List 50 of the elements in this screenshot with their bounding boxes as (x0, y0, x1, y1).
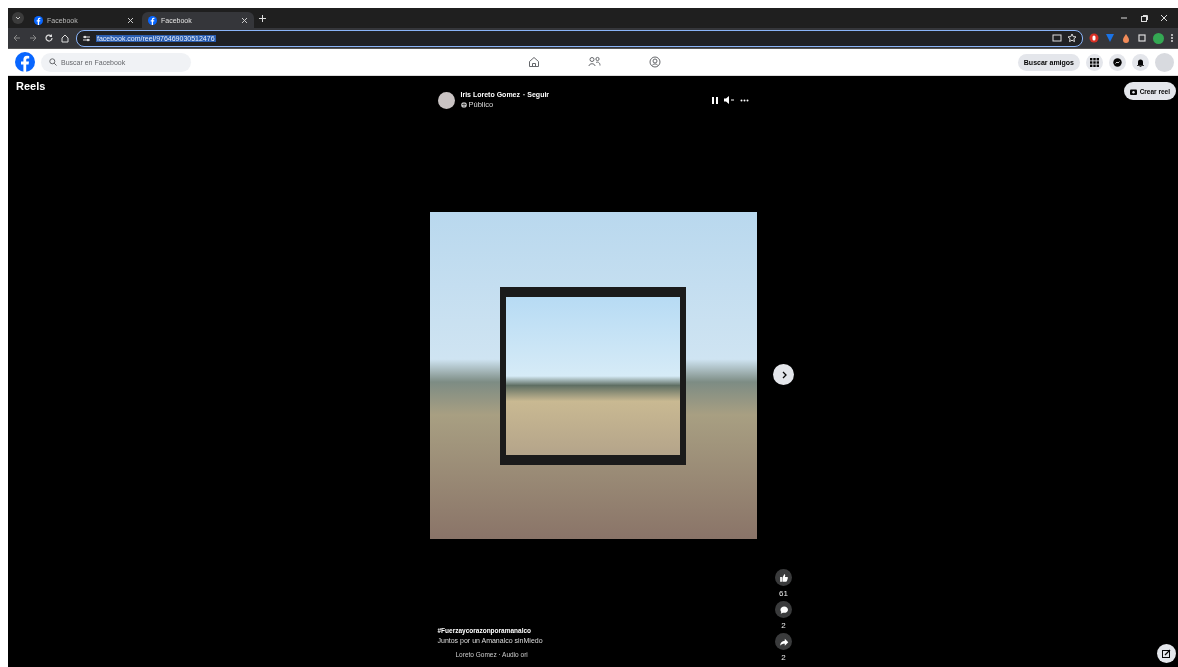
restore-icon[interactable] (1140, 14, 1148, 22)
people-icon[interactable] (588, 56, 601, 68)
count-label: 61 (779, 589, 788, 598)
reload-icon[interactable] (44, 33, 54, 43)
site-settings-icon[interactable] (82, 33, 91, 43)
bell-icon (1136, 57, 1145, 67)
camera-icon (1129, 87, 1137, 95)
count-label: 2 (781, 621, 786, 630)
thumbs-up-icon (778, 572, 789, 583)
chat-bubble-icon (1113, 57, 1122, 67)
count-label: 2 (781, 653, 786, 662)
comment-button[interactable] (775, 601, 792, 618)
pencil-square-icon (1162, 649, 1171, 658)
like-button[interactable] (775, 569, 792, 586)
speaker-icon[interactable] (723, 96, 734, 104)
grid-icon (1090, 57, 1099, 67)
profile-icon[interactable] (1153, 32, 1164, 44)
author-avatar[interactable] (437, 91, 455, 109)
puzzle-icon[interactable] (1137, 33, 1147, 43)
facebook-logo-icon[interactable] (15, 52, 35, 72)
facebook-logo-icon (148, 15, 157, 25)
star-icon[interactable] (1067, 33, 1077, 43)
search-icon (49, 58, 57, 66)
minimize-icon[interactable] (1120, 14, 1128, 22)
close-icon[interactable] (241, 16, 248, 24)
home-icon[interactable] (528, 56, 540, 68)
close-icon[interactable] (1160, 14, 1168, 22)
pause-icon[interactable] (711, 96, 718, 104)
video-placeholder[interactable] (429, 212, 757, 539)
globe-icon (460, 101, 467, 108)
face-circle-icon[interactable] (649, 56, 661, 68)
speech-bubble-icon (778, 604, 789, 615)
tab-search-icon[interactable] (12, 12, 24, 24)
share-button[interactable] (775, 633, 792, 650)
drop-extension-icon[interactable] (1121, 33, 1131, 43)
messenger-button[interactable] (1109, 53, 1126, 71)
more-icon[interactable] (1170, 33, 1174, 43)
new-tab-icon[interactable] (258, 13, 267, 23)
compose-button[interactable] (1157, 644, 1176, 663)
share-arrow-icon (778, 636, 789, 647)
page-title: Reels (15, 79, 47, 92)
more-icon[interactable] (739, 98, 749, 102)
facebook-logo-icon (34, 15, 43, 25)
back-icon[interactable] (12, 33, 22, 43)
notifications-button[interactable] (1132, 53, 1149, 71)
forward-icon[interactable] (28, 33, 38, 43)
close-icon[interactable] (127, 16, 134, 24)
next-button[interactable] (773, 364, 794, 385)
menu-button[interactable] (1086, 53, 1103, 71)
cast-icon[interactable] (1052, 33, 1062, 43)
